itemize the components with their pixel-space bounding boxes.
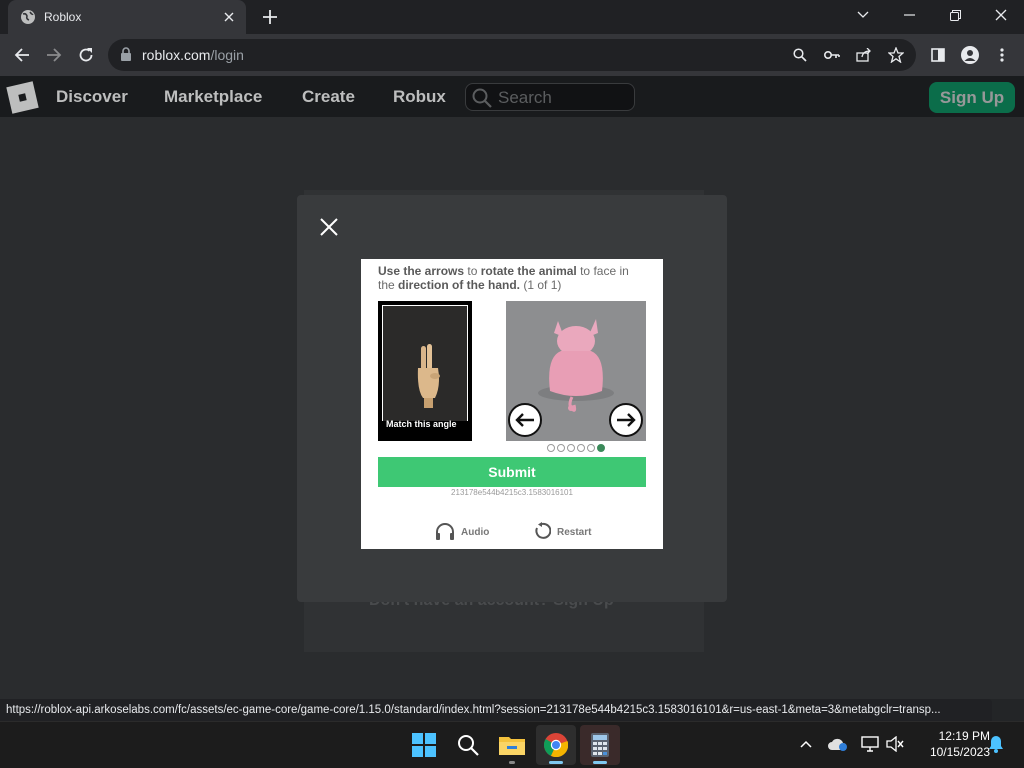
sidepanel-icon[interactable] [928, 45, 948, 65]
browser-tab[interactable]: Roblox [8, 0, 246, 34]
clock-date: 10/15/2023 [929, 745, 990, 759]
search-icon[interactable] [448, 725, 488, 765]
session-id: 213178e544b4215c3.1583016101 [451, 488, 573, 497]
progress-dot [547, 444, 555, 452]
chrome-icon[interactable] [536, 725, 576, 765]
chevron-down-icon[interactable] [840, 0, 886, 30]
progress-dots [547, 444, 605, 452]
running-indicator [509, 761, 515, 764]
clock-time: 12:19 PM [938, 729, 990, 743]
onedrive-icon[interactable] [828, 734, 848, 754]
running-indicator [549, 761, 563, 764]
profile-icon[interactable] [960, 45, 980, 65]
back-icon[interactable] [8, 41, 36, 69]
address-bar[interactable]: roblox.com/login [108, 39, 916, 71]
zoom-icon[interactable] [790, 45, 810, 65]
windows-start-icon[interactable] [404, 725, 444, 765]
animal-view [506, 301, 646, 441]
left-arrow-icon[interactable] [508, 403, 542, 437]
nav-create[interactable]: Create [302, 87, 355, 107]
bell-icon[interactable] [986, 734, 1006, 754]
key-icon[interactable] [822, 45, 842, 65]
taskbar: 12:19 PM 10/15/2023 [0, 721, 1024, 768]
hand-image [382, 305, 468, 421]
volume-muted-icon[interactable] [885, 734, 905, 754]
search-input[interactable] [498, 88, 626, 108]
progress-dot [567, 444, 575, 452]
forward-icon[interactable] [40, 41, 68, 69]
search-icon [472, 88, 492, 113]
restart-icon [533, 522, 552, 543]
chevron-up-icon[interactable] [796, 734, 816, 754]
tab-bar: Roblox [0, 0, 1024, 34]
progress-dot-active [597, 444, 605, 452]
submit-button[interactable]: Submit [378, 457, 646, 487]
audio-label: Audio [461, 527, 490, 538]
nav-marketplace[interactable]: Marketplace [164, 87, 262, 107]
progress-dot [577, 444, 585, 452]
progress-dot [557, 444, 565, 452]
lock-icon[interactable] [120, 47, 132, 66]
star-icon[interactable] [886, 45, 906, 65]
nav-discover[interactable]: Discover [56, 87, 128, 107]
reference-caption: Match this angle [386, 419, 457, 429]
nav-robux[interactable]: Robux [393, 87, 446, 107]
restart-button[interactable]: Restart [533, 522, 591, 543]
right-arrow-icon[interactable] [609, 403, 643, 437]
system-clock[interactable]: 12:19 PM 10/15/2023 [912, 728, 990, 760]
restore-icon[interactable] [932, 0, 978, 30]
calculator-icon[interactable] [580, 725, 620, 765]
globe-icon [20, 9, 36, 25]
reload-icon[interactable] [72, 41, 100, 69]
audio-button[interactable]: Audio [435, 522, 489, 543]
close-icon[interactable] [218, 6, 240, 28]
window-close-icon[interactable] [978, 0, 1024, 30]
captcha-frame: Use the arrows to rotate the animal to f… [361, 259, 663, 549]
tab-title: Roblox [44, 10, 82, 24]
headphones-icon [435, 522, 455, 543]
restart-label: Restart [557, 527, 592, 538]
close-icon[interactable] [318, 216, 340, 238]
url-text: roblox.com/login [142, 47, 244, 63]
signup-button[interactable]: Sign Up [929, 82, 1015, 113]
display-icon[interactable] [860, 734, 880, 754]
reference-image: Match this angle [378, 301, 472, 441]
captcha-instructions: Use the arrows to rotate the animal to f… [378, 264, 629, 292]
menu-icon[interactable] [992, 45, 1012, 65]
browser-toolbar: roblox.com/login [0, 34, 1024, 76]
roblox-logo[interactable] [6, 81, 39, 114]
minimize-icon[interactable] [886, 0, 932, 30]
link-status-bar: https://roblox-api.arkoselabs.com/fc/ass… [0, 699, 992, 721]
share-icon[interactable] [854, 45, 874, 65]
plus-icon[interactable] [256, 4, 284, 30]
progress-dot [587, 444, 595, 452]
running-indicator [593, 761, 607, 764]
search-box [465, 83, 635, 111]
roblox-header: Discover Marketplace Create Robux Sign U… [0, 76, 1024, 117]
file-explorer-icon[interactable] [492, 725, 532, 765]
